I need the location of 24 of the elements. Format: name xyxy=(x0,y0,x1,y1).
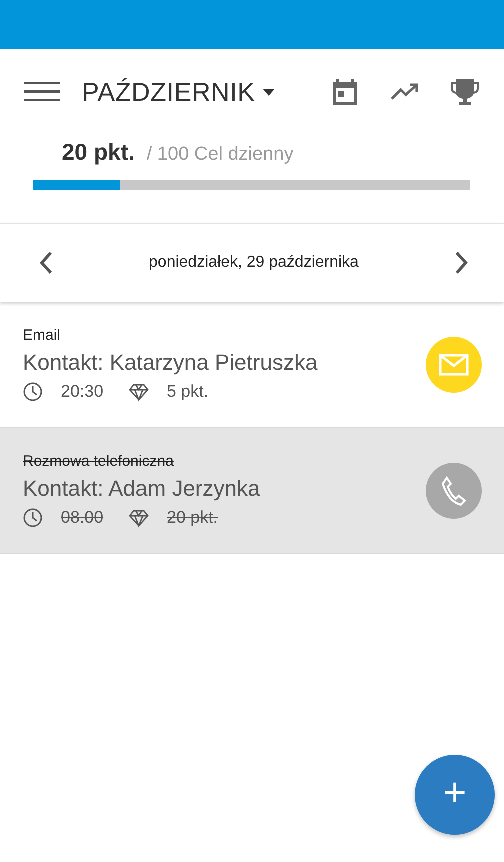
trophy-icon[interactable] xyxy=(450,77,480,107)
phone-icon xyxy=(441,476,467,506)
calendar-icon[interactable] xyxy=(330,77,360,107)
task-type: Rozmowa telefoniczna xyxy=(23,453,175,470)
month-dropdown[interactable]: PAŹDZIERNIK xyxy=(82,76,276,108)
task-points: 20 pkt. xyxy=(167,508,218,528)
task-card[interactable]: Rozmowa telefoniczna Kontakt: Adam Jerzynka 08.00 20 pkt. xyxy=(0,428,504,554)
diamond-icon xyxy=(129,382,149,402)
task-contact: Kontakt: Adam Jerzynka xyxy=(23,476,262,502)
daily-goal-label: / 100 Cel dzienny xyxy=(146,144,294,166)
add-button[interactable]: + xyxy=(415,755,495,835)
task-time: 08.00 xyxy=(61,508,105,528)
task-time: 20:30 xyxy=(61,382,105,402)
diamond-icon xyxy=(129,508,149,528)
caret-icon xyxy=(263,88,276,96)
task-type: Email xyxy=(23,327,62,344)
date-label: poniedziałek, 29 października xyxy=(149,254,359,272)
clock-icon xyxy=(23,382,43,402)
clock-icon xyxy=(23,508,43,528)
task-points: 5 pkt. xyxy=(167,382,209,402)
menu-icon[interactable] xyxy=(24,81,60,103)
points-value: 20 pkt. xyxy=(62,139,135,166)
task-contact: Kontakt: Katarzyna Pietruszka xyxy=(23,350,319,376)
envelope-icon xyxy=(439,354,469,376)
